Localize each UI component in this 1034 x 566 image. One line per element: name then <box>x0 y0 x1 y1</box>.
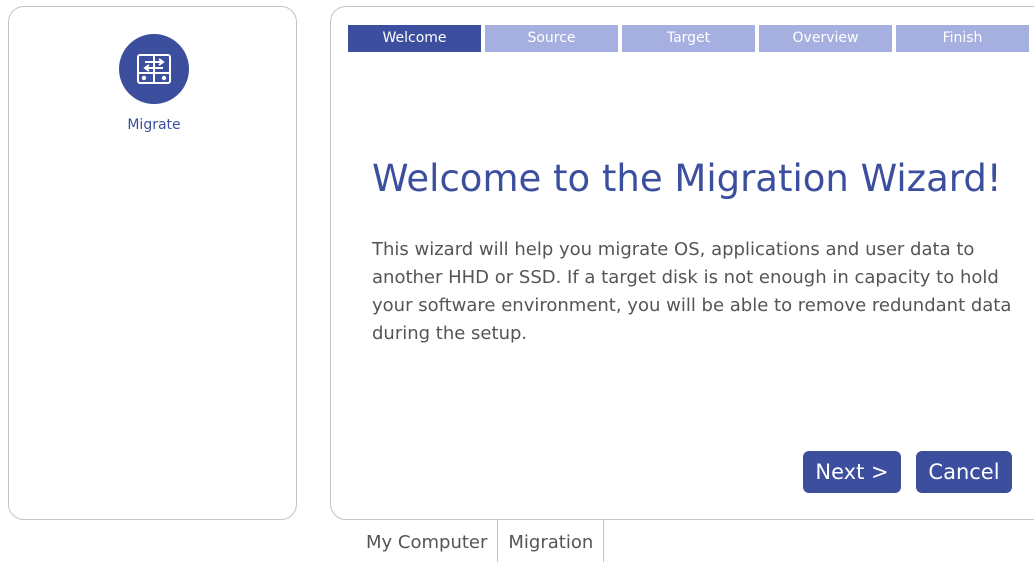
step-source: Source <box>485 25 618 52</box>
migrate-disks-icon <box>119 34 189 104</box>
next-button[interactable]: Next > <box>803 451 901 493</box>
tab-migration[interactable]: Migration <box>497 520 605 562</box>
wizard-description: This wizard will help you migrate OS, ap… <box>372 239 1012 344</box>
wizard-steps: Welcome Source Target Overview Finish <box>348 25 1033 52</box>
wizard-title: Welcome to the Migration Wizard! <box>372 157 1002 200</box>
migrate-tool-label: Migrate <box>127 117 181 133</box>
step-finish: Finish <box>896 25 1029 52</box>
step-welcome: Welcome <box>348 25 481 52</box>
cancel-button[interactable]: Cancel <box>916 451 1012 493</box>
bottom-tabs: My Computer Migration <box>356 520 605 562</box>
wizard-panel: Welcome Source Target Overview Finish We… <box>330 6 1034 520</box>
step-target: Target <box>622 25 755 52</box>
tab-my-computer[interactable]: My Computer <box>356 520 497 562</box>
tools-panel: Migrate <box>8 6 297 520</box>
step-overview: Overview <box>759 25 892 52</box>
migrate-tool-button[interactable]: Migrate <box>109 34 199 133</box>
